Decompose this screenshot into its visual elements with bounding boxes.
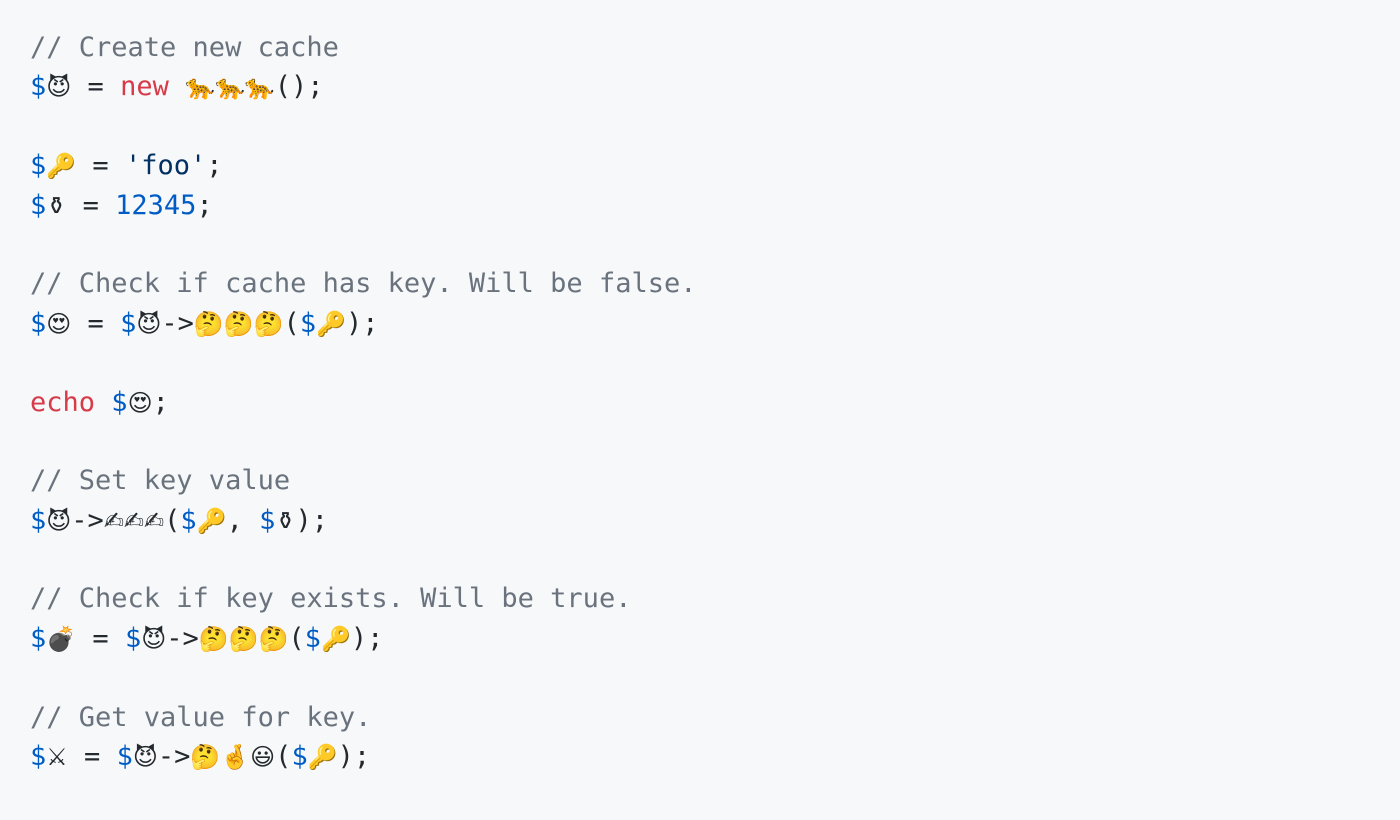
heart-eyes-emoji-variable: 😍: [46, 309, 72, 338]
dollar-sign: $: [30, 741, 47, 773]
code-line-4: $🔑 = 'foo';: [30, 146, 696, 185]
code-snippet: // Create new cache $😈 = new 🐆🐆🐆(); $🔑 = '…: [30, 28, 696, 776]
code-line-16: $💣 = $😈->🤔🤔🤔($🔑);: [30, 619, 696, 658]
thinking-method-name: 🤔🤔🤔: [193, 309, 284, 338]
urn-emoji-argument: ⚱: [275, 506, 296, 535]
urn-emoji-variable: ⚱: [46, 191, 67, 220]
dollar-sign: $: [291, 741, 308, 773]
code-line-1: // Create new cache: [30, 28, 696, 67]
assign-operator: =: [71, 307, 121, 339]
code-line-12: // Set key value: [30, 461, 696, 500]
echo-keyword: echo: [30, 386, 96, 418]
dollar-sign: $: [124, 622, 142, 654]
arrow-operator: ->: [71, 504, 104, 536]
devil-emoji-variable: 😈: [46, 73, 72, 102]
key-emoji-argument: 🔑: [320, 624, 351, 653]
dollar-sign: $: [120, 307, 137, 339]
code-line-15: // Check if key exists. Will be true.: [30, 579, 696, 618]
arrow-operator: ->: [161, 307, 194, 339]
assign-operator: =: [66, 189, 116, 221]
dollar-sign: $: [30, 189, 47, 221]
arrow-operator: ->: [166, 622, 199, 654]
get-method-name: 🤔🤞😃: [190, 743, 276, 772]
leopard-class-name: 🐆🐆🐆: [185, 73, 275, 102]
dollar-sign: $: [304, 622, 321, 654]
semicolon: ;: [152, 386, 169, 418]
key-emoji-argument: 🔑: [196, 506, 227, 535]
assign-operator: =: [71, 71, 121, 103]
assign-operator: =: [76, 622, 125, 654]
key-emoji-argument: 🔑: [307, 743, 338, 772]
code-line-13: $😈->✍✍✍($🔑, $⚱);: [30, 501, 696, 540]
close-paren: );: [345, 307, 379, 339]
close-paren: );: [350, 622, 384, 654]
swords-emoji-variable: ⚔: [46, 743, 68, 772]
key-emoji-argument: 🔑: [316, 309, 346, 338]
code-line-7: // Check if cache has key. Will be false…: [30, 264, 696, 303]
thinking-method-name: 🤔🤔🤔: [198, 624, 289, 653]
semicolon: ;: [206, 150, 223, 182]
dollar-sign: $: [111, 386, 128, 418]
dollar-sign: $: [30, 71, 47, 103]
open-paren: (: [164, 504, 181, 536]
comment: // Get value for key.: [30, 701, 372, 733]
open-paren: (: [283, 307, 300, 339]
assign-operator: =: [76, 150, 125, 182]
devil-emoji-object: 😈: [132, 743, 158, 772]
code-line-19: $⚔ = $😈->🤔🤞😃($🔑);: [30, 737, 696, 776]
dollar-sign: $: [30, 307, 47, 339]
heart-eyes-emoji-variable: 😍: [127, 388, 153, 417]
new-keyword: new: [120, 71, 169, 103]
writing-hand-method-name: ✍✍✍: [103, 506, 165, 535]
string-literal: 'foo': [124, 150, 207, 182]
code-line-10: echo $😍;: [30, 383, 696, 422]
dollar-sign: $: [116, 741, 133, 773]
number-literal: 12345: [115, 189, 197, 221]
code-line-8: $😍 = $😈->🤔🤔🤔($🔑);: [30, 304, 696, 343]
dollar-sign: $: [30, 150, 47, 182]
code-line-5: $⚱ = 12345;: [30, 186, 696, 225]
code-line-2: $😈 = new 🐆🐆🐆();: [30, 67, 696, 106]
arrow-operator: ->: [157, 741, 191, 773]
dollar-sign: $: [30, 504, 47, 536]
comment: // Set key value: [30, 465, 291, 497]
open-paren: (: [275, 741, 292, 773]
bomb-emoji-variable: 💣: [46, 624, 77, 653]
close-paren: );: [337, 741, 371, 773]
assign-operator: =: [67, 741, 117, 773]
comment: // Check if cache has key. Will be false…: [30, 268, 697, 300]
devil-emoji-object: 😈: [141, 624, 167, 653]
dollar-sign: $: [299, 307, 317, 339]
comma: ,: [226, 504, 260, 536]
open-paren: (: [288, 622, 305, 654]
dollar-sign: $: [30, 622, 47, 654]
key-emoji-variable: 🔑: [46, 152, 77, 181]
comment: // Check if key exists. Will be true.: [30, 583, 632, 615]
constructor-call: ();: [274, 71, 324, 103]
devil-emoji-object: 😈: [136, 309, 162, 338]
dollar-sign: $: [259, 504, 276, 536]
code-line-18: // Get value for key.: [30, 698, 696, 737]
semicolon: ;: [196, 189, 213, 221]
close-paren: );: [295, 504, 328, 536]
devil-emoji-object: 😈: [46, 506, 72, 535]
dollar-sign: $: [180, 504, 197, 536]
comment: // Create new cache: [30, 32, 339, 63]
